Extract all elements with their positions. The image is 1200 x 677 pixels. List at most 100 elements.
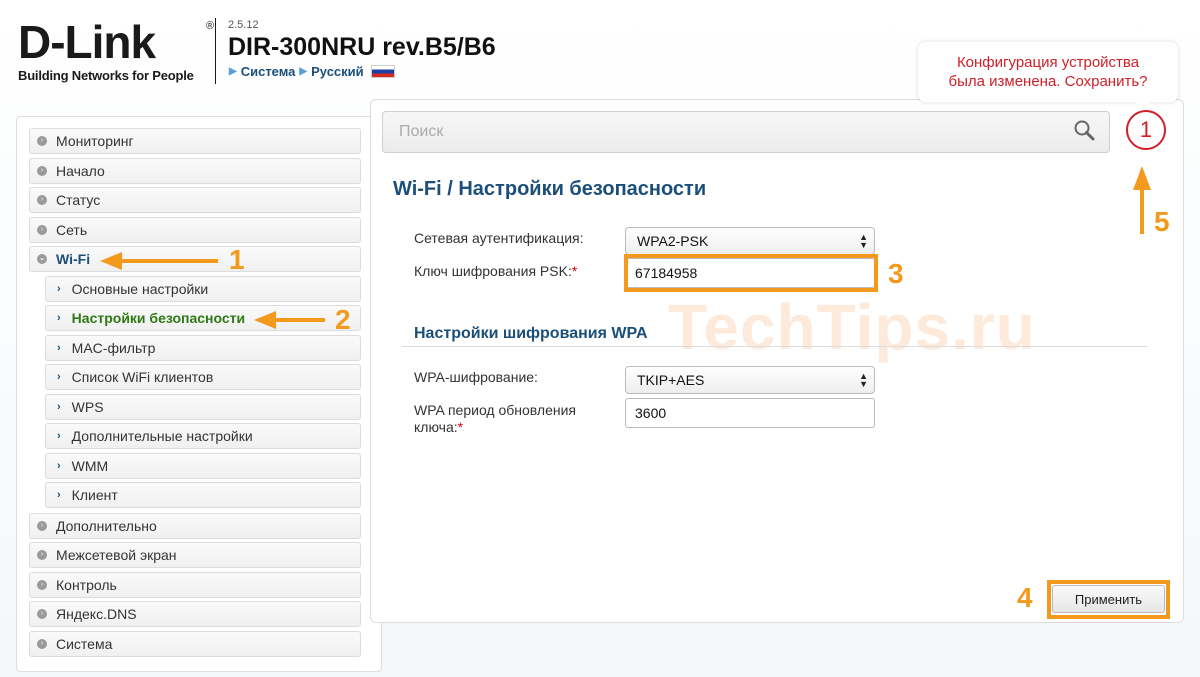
sidebar-item-basic-settings[interactable]: › Основные настройки <box>45 276 361 302</box>
psk-label-text: Ключ шифрования PSK: <box>414 263 572 279</box>
sidebar-item-wifi[interactable]: ⌄ Wi-Fi <box>29 246 361 272</box>
notification-tail <box>1134 100 1152 110</box>
sidebar-item-label: Сеть <box>56 222 88 238</box>
sidebar-item-label: MAC-фильтр <box>71 340 156 356</box>
wpa-period-label-line1: WPA период обновления <box>414 402 577 418</box>
annotation-number-3: 3 <box>888 258 904 289</box>
required-mark: * <box>457 419 464 435</box>
chevron-right-icon: › <box>37 550 47 560</box>
chevron-right-icon: › <box>37 521 47 531</box>
sidebar-item-label: Система <box>56 636 113 652</box>
sidebar-item-label: Контроль <box>56 577 117 593</box>
logo-registered-mark: ® <box>206 20 215 32</box>
sidebar-item-label: Список WiFi клиентов <box>71 369 214 385</box>
sidebar-item-label: Межсетевой экран <box>56 547 177 563</box>
annotation-number-2: 2 <box>335 304 351 335</box>
auth-label: Сетевая аутентификация: <box>414 230 584 246</box>
select-arrows-icon: ▲ ▼ <box>859 232 868 250</box>
wpa-enc-select[interactable]: TKIP+AES ▲ ▼ <box>625 366 875 394</box>
chevron-right-icon: › <box>57 342 61 354</box>
sidebar-item-start[interactable]: › Начало <box>29 158 361 184</box>
dlink-logo: D-Link ® Building Networks for People <box>18 16 214 83</box>
sidebar-item-advanced-wifi[interactable]: › Дополнительные настройки <box>45 423 361 449</box>
sidebar-item-label: WMM <box>71 458 109 474</box>
chevron-right-icon: › <box>37 195 47 205</box>
sidebar-item-label: Основные настройки <box>71 281 209 297</box>
sidebar-item-label: Начало <box>56 163 105 179</box>
wpa-period-label-line2: ключа: <box>414 419 458 435</box>
sidebar-item-label: Дополнительно <box>56 518 157 534</box>
chevron-right-icon: › <box>37 166 47 176</box>
sidebar-item-network[interactable]: › Сеть <box>29 217 361 243</box>
notification-line2: была изменена. Сохранить? <box>948 73 1148 90</box>
chevron-down-icon: ⌄ <box>37 254 47 264</box>
firmware-version: 2.5.12 <box>228 19 259 31</box>
sidebar-item-label: Wi-Fi <box>56 251 91 267</box>
chevron-right-icon: › <box>57 283 61 295</box>
search-icon[interactable] <box>1073 119 1095 146</box>
psk-highlight-box <box>624 254 878 292</box>
sidebar-item-status[interactable]: › Статус <box>29 187 361 213</box>
sidebar-item-yandex-dns[interactable]: › Яндекс.DNS <box>29 601 361 627</box>
russian-flag-icon <box>370 65 395 78</box>
sidebar-item-control[interactable]: › Контроль <box>29 572 361 598</box>
page-title: Wi-Fi / Настройки безопасности <box>393 178 707 200</box>
annotation-number-1: 1 <box>229 244 245 275</box>
sidebar-item-advanced[interactable]: › Дополнительно <box>29 513 361 539</box>
apply-highlight-box <box>1047 580 1170 619</box>
search-box[interactable]: Поиск <box>382 111 1110 153</box>
system-link[interactable]: Система <box>241 64 296 79</box>
sidebar-item-system[interactable]: › Система <box>29 631 361 657</box>
chevron-right-icon: › <box>57 371 61 383</box>
wpa-section-title: Настройки шифрования WPA <box>414 325 648 342</box>
auth-select[interactable]: WPA2-PSK ▲ ▼ <box>625 227 875 255</box>
auth-select-value: WPA2-PSK <box>637 233 709 249</box>
chevron-right-icon: › <box>57 489 61 501</box>
annotation-number-5: 5 <box>1154 206 1170 237</box>
sidebar-item-wps[interactable]: › WPS <box>45 394 361 420</box>
chevron-right-icon: › <box>37 609 47 619</box>
logo-tagline: Building Networks for People <box>18 68 194 83</box>
wpa-enc-label: WPA-шифрование: <box>414 369 538 385</box>
wpa-period-input[interactable]: 3600 <box>625 398 875 428</box>
sidebar-item-label: Клиент <box>71 487 118 503</box>
psk-label: Ключ шифрования PSK:* <box>414 263 577 280</box>
search-input[interactable]: Поиск <box>399 123 1073 141</box>
sidebar-item-wifi-clients[interactable]: › Список WiFi клиентов <box>45 364 361 390</box>
chevron-right-icon: › <box>57 460 61 472</box>
sidebar-item-monitoring[interactable]: › Мониторинг <box>29 128 361 154</box>
watermark: TechTips.ru <box>668 291 1036 363</box>
sidebar-item-client[interactable]: › Клиент <box>45 482 361 508</box>
required-mark: * <box>571 263 578 279</box>
triangle-right-icon: ▶ <box>229 66 237 77</box>
sidebar-item-firewall[interactable]: › Межсетевой экран <box>29 542 361 568</box>
notification-badge[interactable]: 1 <box>1126 110 1166 150</box>
wpa-period-input-value: 3600 <box>635 405 667 421</box>
wpa-period-label: WPA период обновления ключа:* <box>414 402 576 436</box>
sidebar-item-label: Статус <box>56 192 101 208</box>
sidebar-item-label: Мониторинг <box>56 133 134 149</box>
chevron-right-icon: › <box>57 401 61 413</box>
chevron-right-icon: › <box>37 580 47 590</box>
sidebar: › Мониторинг › Начало › Статус › Сеть ⌄ … <box>16 116 382 672</box>
notification-line1: Конфигурация устройства <box>956 54 1140 71</box>
device-model: DIR-300NRU rev.B5/B6 <box>228 33 496 61</box>
language-link[interactable]: Русский <box>311 64 364 79</box>
sidebar-item-security-settings[interactable]: › Настройки безопасности <box>45 305 361 331</box>
chevron-right-icon: › <box>37 136 47 146</box>
select-arrows-icon: ▲ ▼ <box>859 371 868 389</box>
annotation-number-4: 4 <box>1017 582 1033 613</box>
sidebar-item-label: WPS <box>71 399 104 415</box>
header-divider <box>215 18 216 84</box>
sidebar-item-label: Дополнительные настройки <box>71 428 253 444</box>
chevron-right-icon: › <box>57 312 61 324</box>
logo-wordmark: D-Link <box>18 16 156 68</box>
sidebar-item-label: Настройки безопасности <box>71 310 246 326</box>
triangle-right-icon: ▶ <box>299 66 308 77</box>
sidebar-item-label: Яндекс.DNS <box>56 606 137 622</box>
sidebar-item-wmm[interactable]: › WMM <box>45 453 361 479</box>
sidebar-item-mac-filter[interactable]: › MAC-фильтр <box>45 335 361 361</box>
save-config-notification[interactable]: Конфигурация устройства была изменена. С… <box>918 42 1178 102</box>
chevron-right-icon: › <box>57 430 61 442</box>
section-divider <box>402 346 1148 347</box>
